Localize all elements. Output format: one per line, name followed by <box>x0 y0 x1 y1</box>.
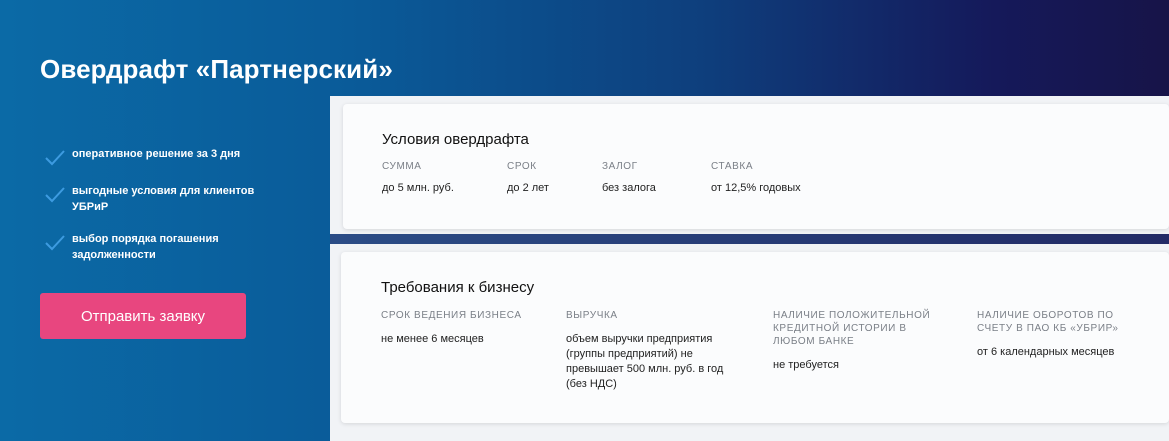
requirements-column-business-age: СРОК ВЕДЕНИЯ БИЗНЕСА не менее 6 месяцев <box>381 309 551 347</box>
column-label: СРОК ВЕДЕНИЯ БИЗНЕСА <box>381 310 522 321</box>
requirements-column-revenue: ВЫРУЧКА объем выручки предприятия (групп… <box>566 309 741 392</box>
benefit-item: оперативное решение за 3 дня <box>44 146 284 167</box>
column-value: объем выручки предприятия (группы предпр… <box>566 333 724 390</box>
column-value: не менее 6 месяцев <box>381 333 484 345</box>
column-label: НАЛИЧИЕ ПОЛОЖИТЕЛЬНОЙ КРЕДИТНОЙ ИСТОРИИ … <box>773 310 931 347</box>
page-title: Овердрафт «Партнерский» <box>40 54 393 84</box>
section-divider <box>330 234 1169 244</box>
benefit-text: оперативное решение за 3 дня <box>72 148 241 160</box>
column-label: НАЛИЧИЕ ОБОРОТОВ ПО СЧЕТУ В ПАО КБ «УБРИ… <box>977 310 1119 334</box>
column-value: без залога <box>602 182 656 194</box>
requirements-card: Требования к бизнесу СРОК ВЕДЕНИЯ БИЗНЕС… <box>341 252 1169 423</box>
requirements-column-account-turnover: НАЛИЧИЕ ОБОРОТОВ ПО СЧЕТУ В ПАО КБ «УБРИ… <box>977 309 1157 360</box>
column-label: СТАВКА <box>711 161 754 172</box>
check-icon <box>45 235 65 251</box>
conditions-title: Условия овердрафта <box>382 131 529 148</box>
conditions-column-term: СРОК до 2 лет <box>507 160 549 196</box>
column-label: СУММА <box>382 161 422 172</box>
column-label: ВЫРУЧКА <box>566 310 618 321</box>
conditions-card: Условия овердрафта СУММА до 5 млн. руб. … <box>343 104 1169 229</box>
benefit-item: выгодные условия для клиентов УБРиР <box>44 183 284 215</box>
requirements-title: Требования к бизнесу <box>381 279 535 296</box>
conditions-column-rate: СТАВКА от 12,5% годовых <box>711 160 801 196</box>
check-icon <box>45 150 65 166</box>
column-value: не требуется <box>773 359 839 371</box>
conditions-column-collateral: ЗАЛОГ без залога <box>602 160 656 196</box>
requirements-column-credit-history: НАЛИЧИЕ ПОЛОЖИТЕЛЬНОЙ КРЕДИТНОЙ ИСТОРИИ … <box>773 309 948 373</box>
apply-button[interactable]: Отправить заявку <box>40 293 246 339</box>
benefit-text: выгодные условия для клиентов УБРиР <box>72 185 255 213</box>
column-value: от 6 календарных месяцев <box>977 346 1115 358</box>
conditions-column-amount: СУММА до 5 млн. руб. <box>382 160 454 196</box>
column-value: до 2 лет <box>507 182 549 194</box>
check-icon <box>45 187 65 203</box>
column-label: ЗАЛОГ <box>602 161 638 172</box>
benefit-text: выбор порядка погашения задолженности <box>72 233 219 261</box>
column-value: до 5 млн. руб. <box>382 182 454 194</box>
column-label: СРОК <box>507 161 537 172</box>
column-value: от 12,5% годовых <box>711 182 801 194</box>
benefit-item: выбор порядка погашения задолженности <box>44 231 284 263</box>
benefits-list: оперативное решение за 3 дня выгодные ус… <box>44 146 284 279</box>
